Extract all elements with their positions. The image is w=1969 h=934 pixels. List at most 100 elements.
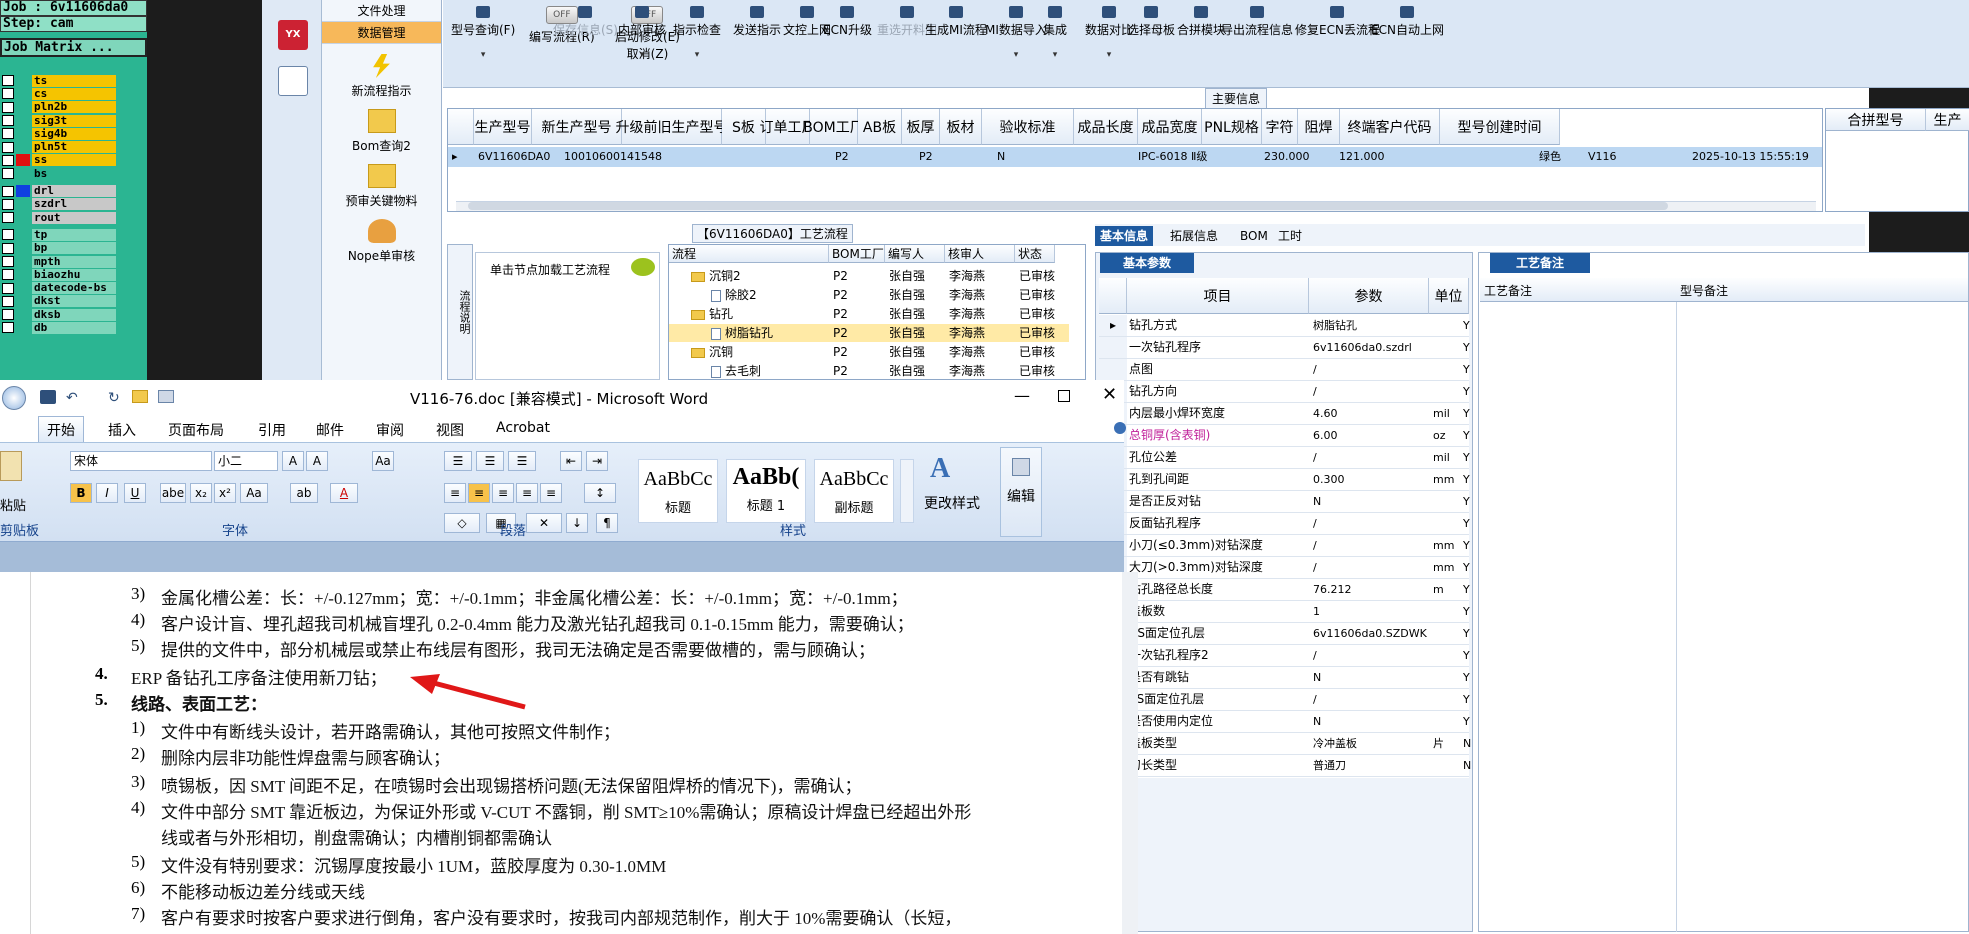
distribute-icon[interactable]: ≡ [540,483,562,503]
cell-created[interactable]: 2025-10-13 15:55:19 [1688,147,1809,167]
cell-length[interactable]: 230.000 [1260,147,1310,167]
nav-new-process[interactable]: 新流程指示 [322,54,441,99]
layer-name[interactable]: ss [32,154,116,167]
nav-bom-query[interactable]: Bom查询2 [322,109,441,154]
tab-references[interactable]: 引用 [258,420,286,440]
font-color-icon[interactable]: A [330,483,358,503]
layer-name[interactable]: bs [32,167,116,180]
layer-row[interactable]: szdrl [0,198,116,211]
param-value[interactable]: / [1313,381,1427,402]
param-row[interactable]: CS面定位孔层 6v11606da0.SZDWK Y [1099,623,1470,645]
style-title[interactable]: AaBbCc 标题 [638,459,718,523]
cell-width[interactable]: 121.000 [1335,147,1385,167]
grid-col-header[interactable]: AB板 [858,109,902,145]
toolbar-button[interactable]: 内部审核 ▾ [618,6,666,60]
param-row[interactable]: ▸ 钻孔方式 树脂钻孔 Y [1099,315,1470,337]
param-row[interactable]: 是否使用内定位 N Y [1099,711,1470,733]
param-value[interactable]: N [1313,667,1427,688]
underline-icon[interactable]: U [124,483,146,503]
layer-row[interactable]: dksb [0,308,116,321]
grid-col-header[interactable]: 阻焊 [1298,109,1340,145]
styles-scroll[interactable] [900,459,914,523]
proc-row[interactable]: 去毛刺 P2 张自强 李海燕 已审核 [669,362,1069,379]
increase-indent-icon[interactable]: ⇥ [586,451,608,471]
tab-layout[interactable]: 页面布局 [168,420,224,440]
print-icon[interactable] [158,390,174,403]
layer-checkbox[interactable] [2,75,14,87]
param-value[interactable]: / [1313,645,1427,666]
doc-line[interactable]: 线或者与外形相切，削盘需确认；内槽削铜都需确认 [161,824,552,849]
layer-checkbox[interactable] [2,88,14,100]
layer-row[interactable]: datecode-bs [0,281,116,295]
nav-key-material[interactable]: 预审关键物料 [322,164,441,209]
param-value[interactable]: / [1313,513,1427,534]
toolbar-button[interactable]: 指示检查 ▾ [673,6,721,60]
erp-logo-icon[interactable]: YX [278,20,308,50]
param-value[interactable]: / [1313,535,1427,556]
document-page[interactable]: 3) 金属化槽公差：长：+/-0.127mm；宽：+/-0.1mm；非金属化槽公差… [30,572,1064,934]
layer-name[interactable]: ts [32,74,116,87]
grid-col-header[interactable]: 终端客户代码 [1340,109,1440,145]
align-right-icon[interactable]: ≡ [492,483,514,503]
layer-name[interactable]: rout [32,211,116,224]
multilevel-icon[interactable]: ☰ [508,451,536,471]
tab-bom[interactable]: BOM [1235,226,1273,246]
layer-row[interactable]: bp [0,242,116,255]
layer-name[interactable]: sig4b [32,127,116,140]
layer-checkbox[interactable] [2,128,14,140]
change-styles-button[interactable]: 更改样式 [924,493,980,513]
grid-col-header[interactable]: 板材 [940,109,982,145]
doc-line[interactable]: 文件没有特别要求：沉锡厚度按最小 1UM，蓝胶厚度为 0.30-1.0MM [161,852,666,877]
shading-icon[interactable]: ◇ [444,513,480,533]
help-icon[interactable] [1114,422,1126,434]
doc-line[interactable]: 线路、表面工艺： [131,690,267,715]
toolbar-button[interactable]: 修复ECN丢流程 [1295,6,1380,38]
param-value[interactable]: 6.00 [1313,425,1427,446]
layer-checkbox[interactable] [2,154,14,166]
param-row[interactable]: 一次钻孔程序2 / Y [1099,645,1470,667]
numbering-icon[interactable]: ☰ [476,451,504,471]
paste-button[interactable]: 粘贴 [0,495,26,514]
h-scrollbar[interactable] [456,201,1816,211]
doc-line[interactable]: 金属化槽公差：长：+/-0.127mm；宽：+/-0.1mm；非金属化槽公差：长… [161,584,908,609]
doc-line[interactable]: 文件中部分 SMT 靠近板边，为保证外形或 V-CUT 不露铜，削 SMT≥10… [161,798,971,823]
highlight-icon[interactable]: ab [290,483,318,503]
doc-line[interactable]: 客户设计盲、埋孔超我司机械盲埋孔 0.2-0.4mm 能力及激光钻孔超我司 0.… [161,610,914,635]
grid-col-header[interactable]: 字符 [1262,109,1298,145]
param-row[interactable]: 大刀(>0.3mm)对钻深度 / mm Y [1099,557,1470,579]
cell-standard[interactable]: IPC-6018 Ⅱ级 [1134,147,1207,167]
toolbar-button[interactable]: 选择母板 [1127,6,1175,38]
minimize-icon[interactable]: — [1014,386,1030,405]
grid-col-header[interactable]: 型号创建时间 [1440,109,1560,145]
param-value[interactable]: 冷冲盖板 [1313,733,1427,754]
cell-model[interactable]: 6V11606DA0 [474,147,550,167]
merge-grid[interactable]: 合拼型号 生产 [1825,108,1969,212]
param-row[interactable]: 小刀(≤0.3mm)对钻深度 / mm Y [1099,535,1470,557]
toolbar-button[interactable]: 保存信息(S) [553,6,618,38]
layer-row[interactable]: cs [0,87,116,100]
toolbar-button[interactable]: ECN自动上网 [1371,6,1444,38]
layer-name[interactable]: dksb [32,308,116,321]
param-row[interactable]: 孔到孔间距 0.300 mm Y [1099,469,1470,491]
change-case-icon[interactable]: Aa [240,483,268,503]
layer-row[interactable]: pln5t [0,140,116,154]
param-value[interactable]: / [1313,557,1427,578]
tab-acrobat[interactable]: Acrobat [496,420,550,436]
param-value[interactable]: N [1313,711,1427,732]
tab-mailings[interactable]: 邮件 [316,420,344,440]
layer-row[interactable]: rout [0,211,116,224]
proc-row[interactable]: 沉铜 P2 张自强 李海燕 已审核 [669,343,1069,361]
grid-col-header[interactable]: 成品宽度 [1138,109,1202,145]
decrease-indent-icon[interactable]: ⇤ [560,451,582,471]
proc-row[interactable]: 树脂钻孔 P2 张自强 李海燕 已审核 [669,324,1069,342]
layer-row[interactable]: db [0,321,116,334]
param-row[interactable]: 是否正反对钻 N Y [1099,491,1470,513]
param-row[interactable]: 内层最小焊环宽度 4.60 mil Y [1099,403,1470,425]
cell-ab[interactable]: N [993,147,1005,167]
layer-row[interactable]: ts [0,74,116,87]
tab-insert[interactable]: 插入 [108,420,136,440]
layer-checkbox[interactable] [2,322,14,334]
layer-checkbox[interactable] [2,212,14,224]
cell-new-model[interactable]: 10010600141548 [560,147,662,167]
layer-name[interactable]: pln5t [32,141,116,154]
